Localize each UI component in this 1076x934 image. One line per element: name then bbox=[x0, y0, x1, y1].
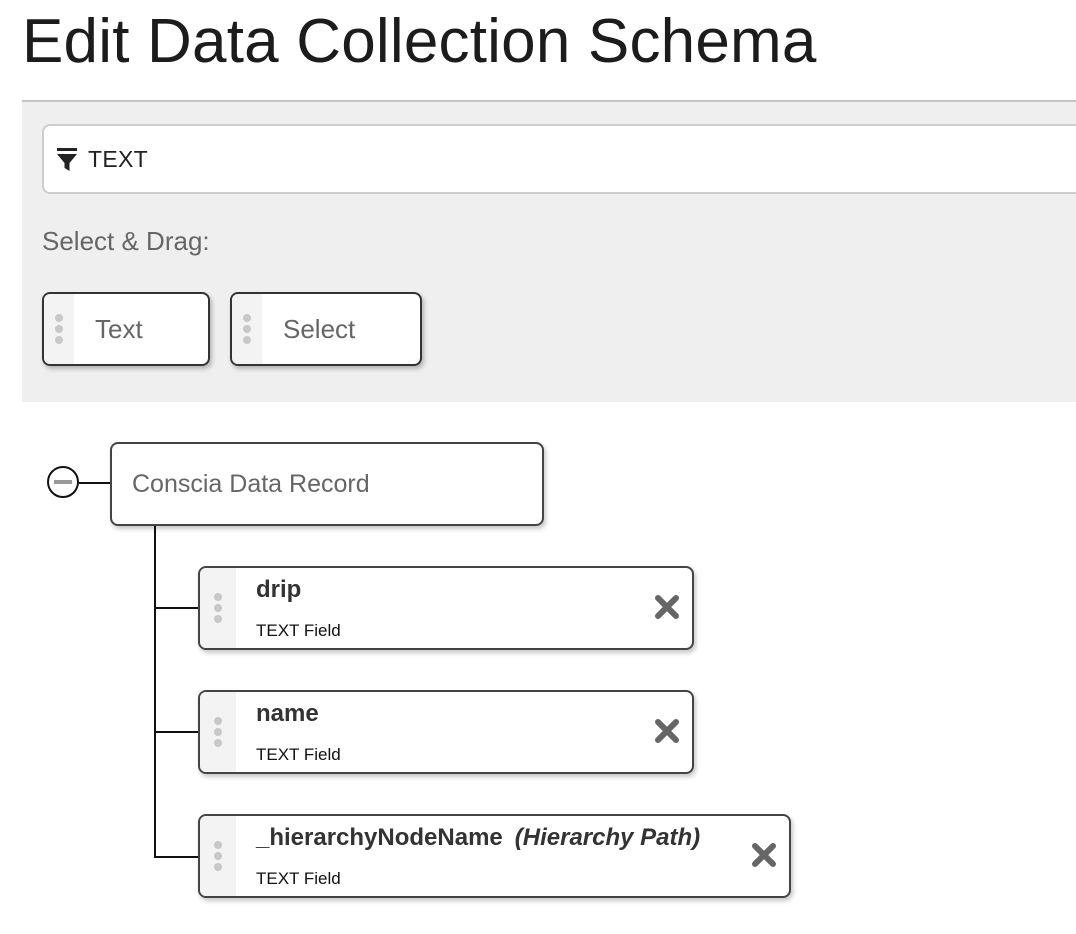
field-name: drip bbox=[256, 576, 302, 603]
field-card[interactable]: name TEXT Field bbox=[198, 690, 694, 774]
palette-chip-text[interactable]: Text bbox=[42, 292, 210, 366]
drag-handle-icon[interactable] bbox=[200, 816, 236, 896]
filter-icon bbox=[57, 148, 77, 171]
collapse-minus-icon[interactable] bbox=[47, 466, 79, 498]
drag-handle-icon[interactable] bbox=[200, 568, 236, 648]
tree-connector bbox=[154, 607, 198, 609]
field-card[interactable]: drip TEXT Field bbox=[198, 566, 694, 650]
field-card[interactable]: _hierarchyNodeName (Hierarchy Path) TEXT … bbox=[198, 814, 791, 898]
palette-chip-select[interactable]: Select bbox=[230, 292, 422, 366]
chip-label: Select bbox=[283, 313, 356, 344]
close-icon[interactable] bbox=[751, 842, 777, 868]
tree-connector bbox=[79, 482, 110, 484]
drag-handle-icon[interactable] bbox=[232, 294, 262, 364]
chip-label: Text bbox=[95, 313, 143, 344]
root-node[interactable]: Conscia Data Record bbox=[110, 442, 544, 526]
filter-value[interactable]: TEXT bbox=[88, 146, 148, 173]
field-name: _hierarchyNodeName (Hierarchy Path) bbox=[256, 824, 701, 851]
root-node-label: Conscia Data Record bbox=[132, 469, 370, 498]
drag-handle-icon[interactable] bbox=[200, 692, 236, 772]
field-name: name bbox=[256, 700, 319, 727]
tree-connector bbox=[154, 856, 198, 858]
close-icon[interactable] bbox=[654, 594, 680, 620]
drag-handle-icon[interactable] bbox=[44, 294, 74, 364]
field-type: TEXT Field bbox=[256, 621, 341, 640]
tree-connector bbox=[154, 526, 156, 858]
close-icon[interactable] bbox=[654, 718, 680, 744]
tree-connector bbox=[154, 731, 198, 733]
field-type: TEXT Field bbox=[256, 745, 341, 764]
field-type: TEXT Field bbox=[256, 869, 341, 888]
field-qualifier: (Hierarchy Path) bbox=[514, 824, 701, 851]
select-drag-label: Select & Drag: bbox=[42, 226, 210, 256]
filter-input[interactable]: TEXT bbox=[42, 124, 1076, 194]
field-palette: TEXT Select & Drag: Text Select bbox=[22, 100, 1076, 402]
page-title: Edit Data Collection Schema bbox=[22, 7, 817, 76]
